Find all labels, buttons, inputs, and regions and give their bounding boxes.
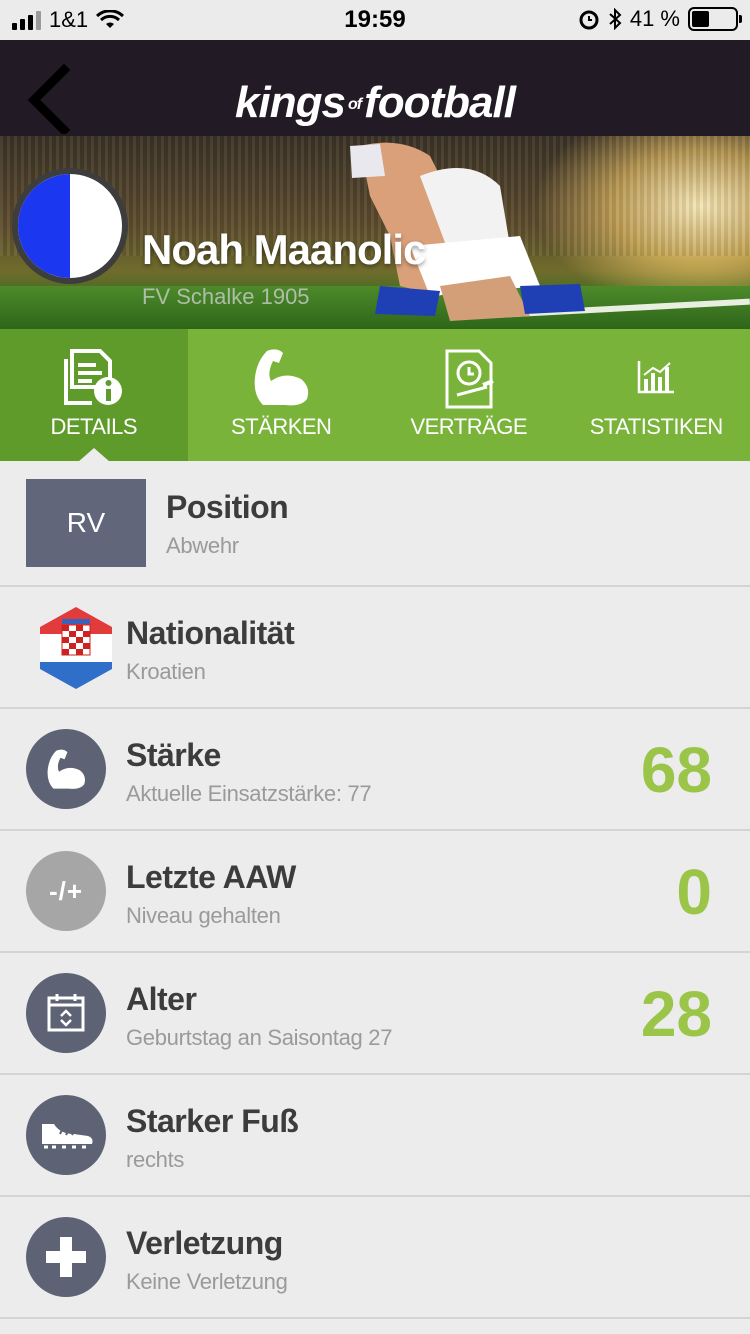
plus-minus-icon: -/+ [48,875,84,906]
list-item-strength: Stärke Aktuelle Einsatzstärke: 77 68 [0,709,750,831]
injury-icon-circle [26,1217,106,1297]
nationality-subtitle: Kroatien [126,659,206,684]
list-item-injury: Verletzung Keine Verletzung [0,1197,750,1319]
tab-statistiken-label: STATISTIKEN [589,414,724,439]
details-list: RV Position Abwehr Nationalität Kroatien [0,461,750,1319]
logo-of: of [347,96,362,114]
club-badge [12,168,128,284]
strength-title: Stärke [126,737,221,773]
foot-title: Starker Fuß [126,1103,299,1139]
injury-title: Verletzung [126,1225,283,1261]
age-value: 28 [640,978,712,1050]
last-aaw-title: Letzte AAW [126,859,296,895]
last-aaw-subtitle: Niveau gehalten [126,903,281,928]
player-club: FV Schalke 1905 [142,284,310,309]
tab-staerken-label: STÄRKEN [231,414,332,439]
age-title: Alter [126,981,197,1017]
age-subtitle: Geburtstag an Saisontag 27 [126,1025,393,1050]
bluetooth-icon [609,8,622,30]
aaw-icon-circle: -/+ [26,851,106,931]
player-name: Noah Maanolic [142,226,426,273]
age-icon-circle [26,973,106,1053]
tab-staerken[interactable]: STÄRKEN [188,329,376,461]
alarm-icon [579,10,599,30]
nationality-title: Nationalität [126,615,295,651]
calendar-icon [47,994,85,1032]
foot-subtitle: rechts [126,1147,185,1172]
flexed-arm-icon [254,349,309,406]
list-item-position: RV Position Abwehr [0,461,750,587]
list-item-age: Alter Geburtstag an Saisontag 27 28 [0,953,750,1075]
details-document-icon [63,349,122,405]
position-subtitle: Abwehr [166,533,239,558]
strength-subtitle: Aktuelle Einsatzstärke: 77 [126,781,372,806]
tab-details[interactable]: DETAILS [0,329,188,462]
club-color-blue [18,174,70,278]
tab-bar: DETAILS STÄRKEN VERTRÄGE STATISTIKEN [0,329,750,462]
status-bar: 1&1 19:59 41 % [0,0,750,40]
app-logo: kings offootball [0,78,750,128]
nav-bar: kings offootball [0,40,750,137]
bar-chart-icon [638,361,675,394]
status-right: 41 % [578,6,742,32]
logo-football: football [364,78,516,127]
list-item-last-aaw: -/+ Letzte AAW Niveau gehalten 0 [0,831,750,953]
foot-icon-circle [26,1095,106,1175]
battery-percent: 41 % [629,6,680,31]
tab-vertraege[interactable]: VERTRÄGE [375,329,563,461]
list-item-nationality: Nationalität Kroatien [0,587,750,709]
list-item-foot: Starker Fuß rechts [0,1075,750,1197]
last-aaw-value: 0 [676,856,712,928]
position-badge: RV [26,479,146,567]
battery-icon [688,7,742,31]
tab-vertraege-label: VERTRÄGE [410,414,528,439]
injury-subtitle: Keine Verletzung [126,1269,288,1294]
strength-icon-circle [26,729,106,809]
position-title: Position [166,489,289,525]
football-boot-icon [42,1124,93,1149]
tab-details-label: DETAILS [50,414,138,439]
flexed-arm-icon [47,749,85,789]
medical-cross-icon [46,1237,86,1277]
croatia-flag-icon [40,607,112,689]
contract-clock-icon [445,349,494,409]
tab-statistiken[interactable]: STATISTIKEN [563,329,750,461]
strength-value: 68 [640,734,712,806]
logo-kings: kings [235,78,346,127]
